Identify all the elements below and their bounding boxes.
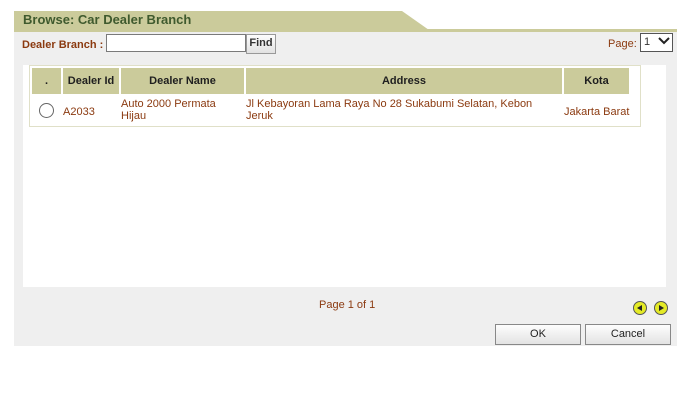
next-page-button[interactable] [654, 301, 668, 315]
dealer-branch-input[interactable] [106, 34, 246, 52]
cell-kota: Jakarta Barat [564, 106, 630, 118]
page-select[interactable]: 1 [640, 33, 673, 52]
dialog-panel: Dealer Branch : Find Page: 1 . Dealer Id… [14, 32, 677, 346]
cancel-button[interactable]: Cancel [585, 324, 671, 345]
pager-text: Page 1 of 1 [319, 299, 376, 311]
previous-page-button[interactable] [633, 301, 647, 315]
column-header-select: . [32, 68, 61, 94]
find-button[interactable]: Find [246, 34, 276, 54]
column-header-dealer-name[interactable]: Dealer Name [121, 68, 244, 94]
results-table: . Dealer Id Dealer Name Address Kota A20… [29, 65, 641, 127]
title-bar: Browse: Car Dealer Branch [14, 11, 677, 32]
cell-dealer-name: Auto 2000 Permata Hijau [121, 98, 216, 122]
arrow-left-icon [637, 305, 642, 311]
row-select-radio[interactable] [39, 103, 54, 118]
chevron-down-icon [658, 34, 670, 54]
page-select-value: 1 [644, 36, 651, 48]
ok-button[interactable]: OK [495, 324, 581, 345]
dealer-branch-label: Dealer Branch : [22, 39, 104, 51]
column-header-dealer-id[interactable]: Dealer Id [63, 68, 119, 94]
page-label: Page: [608, 38, 637, 50]
column-header-address[interactable]: Address [246, 68, 562, 94]
results-grid: . Dealer Id Dealer Name Address Kota A20… [23, 65, 666, 287]
column-header-kota[interactable]: Kota [564, 68, 629, 94]
cell-address: Jl Kebayoran Lama Raya No 28 Sukabumi Se… [246, 98, 533, 122]
arrow-right-icon [659, 305, 664, 311]
cell-dealer-id: A2033 [63, 106, 95, 118]
browse-dialog: Browse: Car Dealer Branch Dealer Branch … [14, 11, 677, 346]
dialog-title: Browse: Car Dealer Branch [23, 12, 192, 27]
